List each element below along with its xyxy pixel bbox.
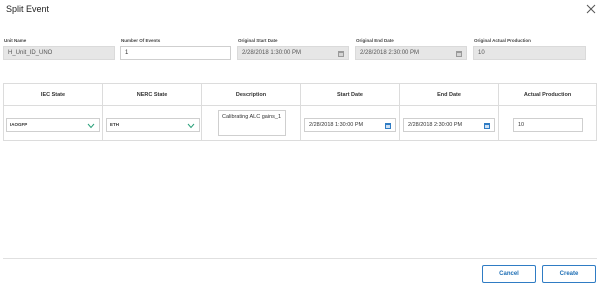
number-of-events-label: Number Of Events xyxy=(121,38,161,43)
footer-divider xyxy=(3,258,597,259)
original-end-date-label: Original End Date xyxy=(356,38,394,43)
iec-state-value: IAOGFP xyxy=(10,122,28,127)
column-start-date: Start Date 2/28/2018 1:30:00 PM xyxy=(301,84,400,140)
number-of-events-field[interactable]: 1 xyxy=(120,46,231,60)
column-header-actual-production: Actual Production xyxy=(523,92,572,98)
original-end-date-field: 2/28/2018 2:30:00 PM xyxy=(355,46,467,60)
original-start-date-field: 2/28/2018 1:30:00 PM xyxy=(237,46,349,60)
chevron-down-icon xyxy=(187,122,195,129)
cancel-button[interactable]: Cancel xyxy=(482,265,536,283)
original-start-date-value: 2/28/2018 1:30:00 PM xyxy=(242,50,302,56)
calendar-icon xyxy=(456,50,462,57)
create-button[interactable]: Create xyxy=(542,265,596,283)
calendar-icon[interactable] xyxy=(484,122,490,129)
close-icon[interactable] xyxy=(586,4,596,14)
column-nerc-state: NERC State ETH xyxy=(103,84,202,140)
end-date-input[interactable]: 2/28/2018 2:30:00 PM xyxy=(403,118,495,132)
actual-production-input[interactable]: 10 xyxy=(513,118,583,132)
original-start-date-label: Original Start Date xyxy=(238,38,278,43)
column-actual-production: Actual Production 10 xyxy=(499,84,596,140)
unit-name-field: H_Unit_ID_UNO xyxy=(3,46,115,60)
nerc-state-value: ETH xyxy=(110,122,119,127)
column-header-end-date: End Date xyxy=(437,92,461,98)
unit-name-label: Unit Name xyxy=(4,38,27,43)
split-events-grid: IEC State IAOGFP NERC State ETH Descript… xyxy=(3,83,597,141)
column-iec-state: IEC State IAOGFP xyxy=(4,84,103,140)
original-actual-production-field: 10 xyxy=(473,46,586,60)
calendar-icon xyxy=(338,50,344,57)
end-date-value: 2/28/2018 2:30:00 PM xyxy=(408,122,463,128)
start-date-input[interactable]: 2/28/2018 1:30:00 PM xyxy=(304,118,396,132)
description-input[interactable]: Calibrating ALC gains_1 xyxy=(218,110,286,136)
column-header-iec-state: IEC State xyxy=(40,92,66,98)
iec-state-select[interactable]: IAOGFP xyxy=(6,118,100,132)
column-header-description: Description xyxy=(235,92,267,98)
column-description: Description Calibrating ALC gains_1 xyxy=(202,84,301,140)
nerc-state-select[interactable]: ETH xyxy=(106,118,200,132)
original-actual-production-label: Original Actual Production xyxy=(474,38,531,43)
dialog-title: Split Event xyxy=(6,4,50,14)
calendar-icon[interactable] xyxy=(385,122,391,129)
chevron-down-icon xyxy=(87,122,95,129)
start-date-value: 2/28/2018 1:30:00 PM xyxy=(309,122,364,128)
column-header-nerc-state: NERC State xyxy=(136,92,168,98)
column-header-start-date: Start Date xyxy=(337,92,363,98)
original-end-date-value: 2/28/2018 2:30:00 PM xyxy=(360,50,420,56)
column-end-date: End Date 2/28/2018 2:30:00 PM xyxy=(400,84,499,140)
